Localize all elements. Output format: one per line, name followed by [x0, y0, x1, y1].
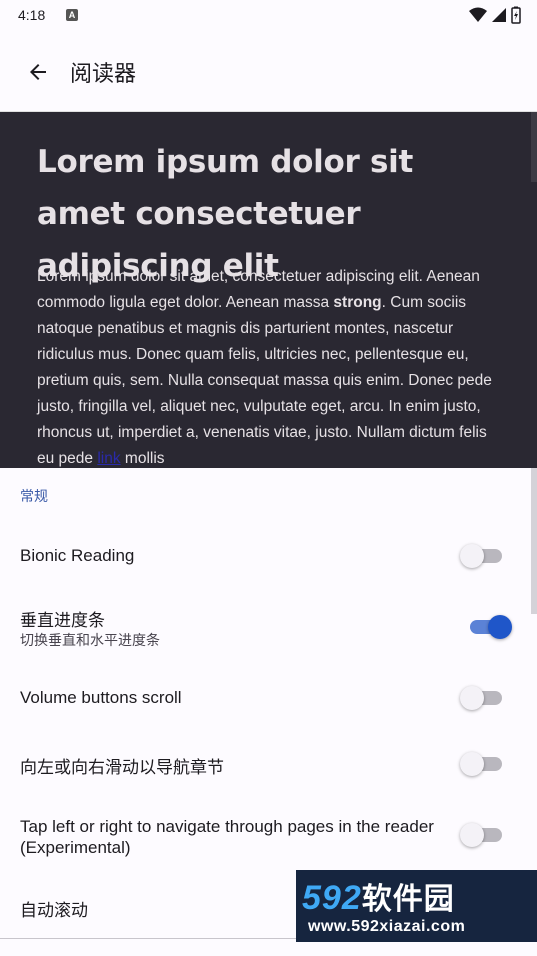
preview-body: Lorem ipsum dolor sit amet, consectetuer… — [37, 264, 507, 468]
status-bar: 4:18 A — [0, 0, 537, 32]
watermark-logo: 592软件园 www.592xiazai.com — [296, 870, 537, 942]
pref-vertical-progress[interactable]: 垂直进度条 切换垂直和水平进度条 — [0, 596, 530, 656]
page-title: 阅读器 — [70, 62, 137, 87]
preview-text-3: mollis — [120, 450, 165, 467]
swipe-chapters-switch[interactable] — [460, 752, 506, 776]
pref-summary: 切换垂直和水平进度条 — [20, 633, 160, 649]
preview-strong-text: strong — [333, 294, 382, 311]
arrow-left-icon — [30, 64, 46, 80]
pref-title: Bionic Reading — [20, 546, 135, 565]
watermark-brand: 592软件园 — [302, 874, 455, 918]
section-header: 常规 — [20, 489, 48, 505]
pref-title: Volume buttons scroll — [20, 688, 182, 707]
status-time: 4:18 — [18, 7, 46, 23]
status-icons — [469, 6, 521, 24]
preview-link[interactable]: link — [97, 450, 120, 467]
watermark-number: 592 — [302, 879, 362, 917]
vertical-progress-switch[interactable] — [466, 615, 512, 639]
tap-navigate-switch[interactable] — [460, 823, 506, 847]
pref-tap-navigate[interactable]: Tap left or right to navigate through pa… — [0, 804, 530, 868]
preview-scrollbar[interactable] — [531, 112, 537, 182]
volume-scroll-switch[interactable] — [460, 686, 506, 710]
app-bar: 阅读器 — [0, 32, 537, 112]
pref-swipe-chapters[interactable]: 向左或向右滑动以导航章节 — [0, 738, 530, 790]
pref-title: 向左或向右滑动以导航章节 — [20, 758, 224, 778]
signal-icon — [492, 8, 506, 22]
battery-charging-icon — [511, 6, 521, 24]
pref-title: Tap left or right to navigate through pa… — [20, 817, 434, 857]
watermark-text: 软件园 — [361, 882, 455, 917]
pref-bionic-reading[interactable]: Bionic Reading — [0, 530, 530, 582]
watermark-url: www.592xiazai.com — [308, 918, 466, 935]
bionic-reading-switch[interactable] — [460, 544, 506, 568]
pref-title: 垂直进度条 — [20, 611, 105, 631]
back-button[interactable] — [20, 54, 56, 90]
wifi-icon — [469, 7, 487, 22]
settings-scrollbar[interactable] — [531, 468, 537, 614]
reader-preview[interactable]: Lorem ipsum dolor sit amet consectetuer … — [0, 112, 537, 468]
preview-text-2: . Cum sociis natoque penatibus et magnis… — [37, 294, 492, 467]
pref-volume-scroll[interactable]: Volume buttons scroll — [0, 672, 530, 724]
notification-icon: A — [66, 9, 78, 21]
pref-title: 自动滚动 — [20, 901, 88, 921]
